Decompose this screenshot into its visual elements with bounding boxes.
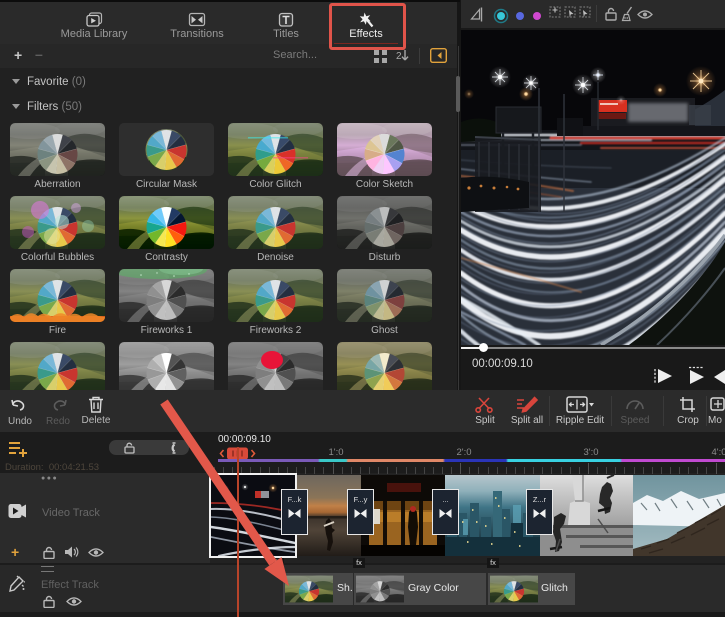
svg-text:2: 2 <box>396 51 402 62</box>
